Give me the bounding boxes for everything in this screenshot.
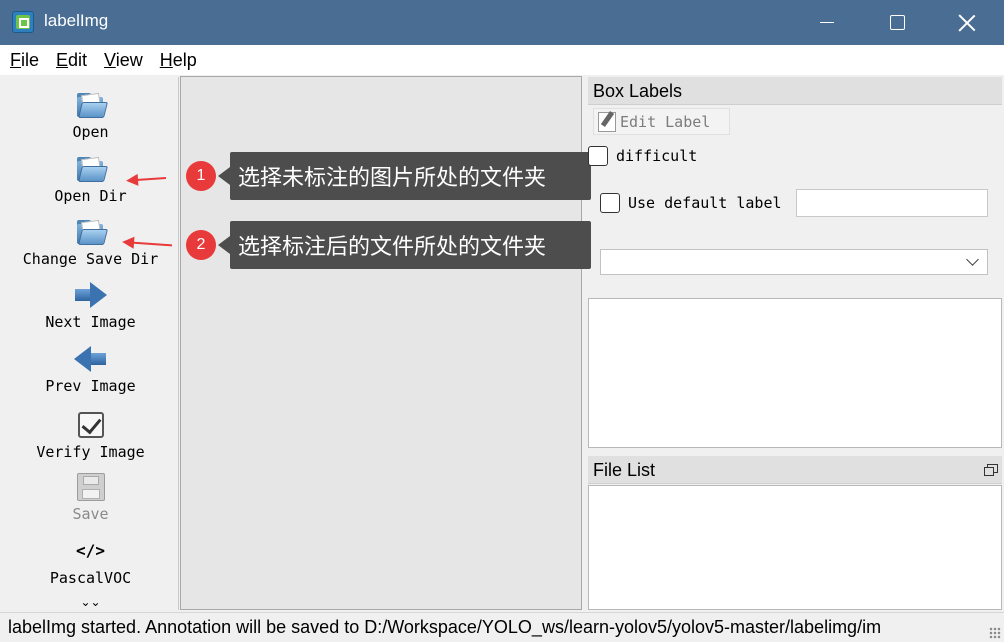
file-list-title-bar: File List [588, 456, 1002, 484]
maximize-button[interactable] [862, 0, 932, 45]
title-bar: labelImg [0, 0, 1004, 45]
change-save-dir-label: Change Save Dir [22, 250, 159, 268]
change-save-dir-button[interactable]: Change Save Dir [2, 216, 179, 268]
label-select[interactable] [600, 249, 988, 275]
save-label: Save [72, 505, 109, 523]
annotation-marker-1: 1 [186, 161, 216, 191]
menu-file[interactable]: File [10, 50, 39, 71]
verify-image-button[interactable]: Verify Image [2, 409, 179, 461]
checkbox-icon [600, 193, 620, 213]
file-list-title: File List [593, 460, 656, 480]
resize-grip-icon[interactable] [989, 627, 1001, 639]
arrow-right-icon [74, 279, 107, 311]
menu-edit[interactable]: Edit [56, 50, 87, 71]
file-list-dock: File List [588, 456, 1002, 610]
next-image-button[interactable]: Next Image [2, 279, 179, 331]
annotation-marker-2: 2 [186, 230, 216, 260]
open-button[interactable]: Open [2, 89, 179, 141]
edit-label-button[interactable]: Edit Label [593, 108, 730, 135]
status-text: labelImg started. Annotation will be sav… [8, 617, 882, 637]
use-default-label-checkbox[interactable]: Use default label [600, 193, 782, 213]
format-label: PascalVOC [49, 569, 132, 587]
folder-icon [75, 153, 108, 185]
annotation-callout-2: 选择标注后的文件所处的文件夹 [218, 221, 591, 269]
file-list[interactable] [588, 485, 1002, 610]
open-label: Open [72, 123, 109, 141]
difficult-checkbox[interactable]: difficult [588, 146, 697, 166]
minimize-icon [820, 21, 834, 24]
annotation-callout-1: 选择未标注的图片所处的文件夹 [218, 152, 591, 200]
use-default-label-text: Use default label [628, 194, 782, 212]
edit-label-text: Edit Label [620, 112, 711, 131]
checkbox-icon [588, 146, 608, 166]
maximize-icon [889, 15, 905, 30]
folder-icon [75, 89, 108, 121]
difficult-label: difficult [616, 147, 698, 165]
window-title: labelImg [44, 11, 109, 30]
save-button[interactable]: Save [2, 471, 179, 523]
menu-view[interactable]: View [104, 50, 143, 71]
prev-image-label: Prev Image [45, 377, 136, 395]
arrow-left-icon [73, 343, 107, 375]
tools-toolbar: Open Open Dir Change Save Dir Next Image… [2, 77, 179, 610]
box-labels-title: Box Labels [588, 77, 1002, 105]
more-tools-chevron-icon[interactable]: ⌄⌄ [2, 596, 179, 608]
menu-help[interactable]: Help [160, 50, 197, 71]
close-button[interactable] [932, 0, 1002, 45]
checkmark-icon [75, 409, 107, 441]
open-dir-label: Open Dir [54, 187, 127, 205]
minimize-button[interactable] [792, 0, 862, 45]
label-list[interactable] [588, 298, 1002, 448]
float-dock-icon[interactable] [984, 464, 998, 476]
verify-image-label: Verify Image [36, 443, 145, 461]
next-image-label: Next Image [45, 313, 136, 331]
menu-bar: File Edit View Help [0, 45, 1004, 75]
close-icon [958, 14, 976, 32]
status-bar: labelImg started. Annotation will be sav… [0, 612, 1004, 642]
folder-icon [75, 216, 108, 248]
save-icon [75, 471, 107, 503]
default-label-input[interactable] [796, 189, 988, 217]
edit-icon [598, 111, 616, 132]
code-icon: </> [76, 541, 105, 560]
chevron-down-icon [966, 253, 979, 266]
format-button[interactable]: </> PascalVOC [2, 535, 179, 587]
box-labels-dock: Box Labels Edit Label difficult Use defa… [588, 77, 1002, 450]
app-icon [12, 11, 34, 33]
prev-image-button[interactable]: Prev Image [2, 343, 179, 395]
